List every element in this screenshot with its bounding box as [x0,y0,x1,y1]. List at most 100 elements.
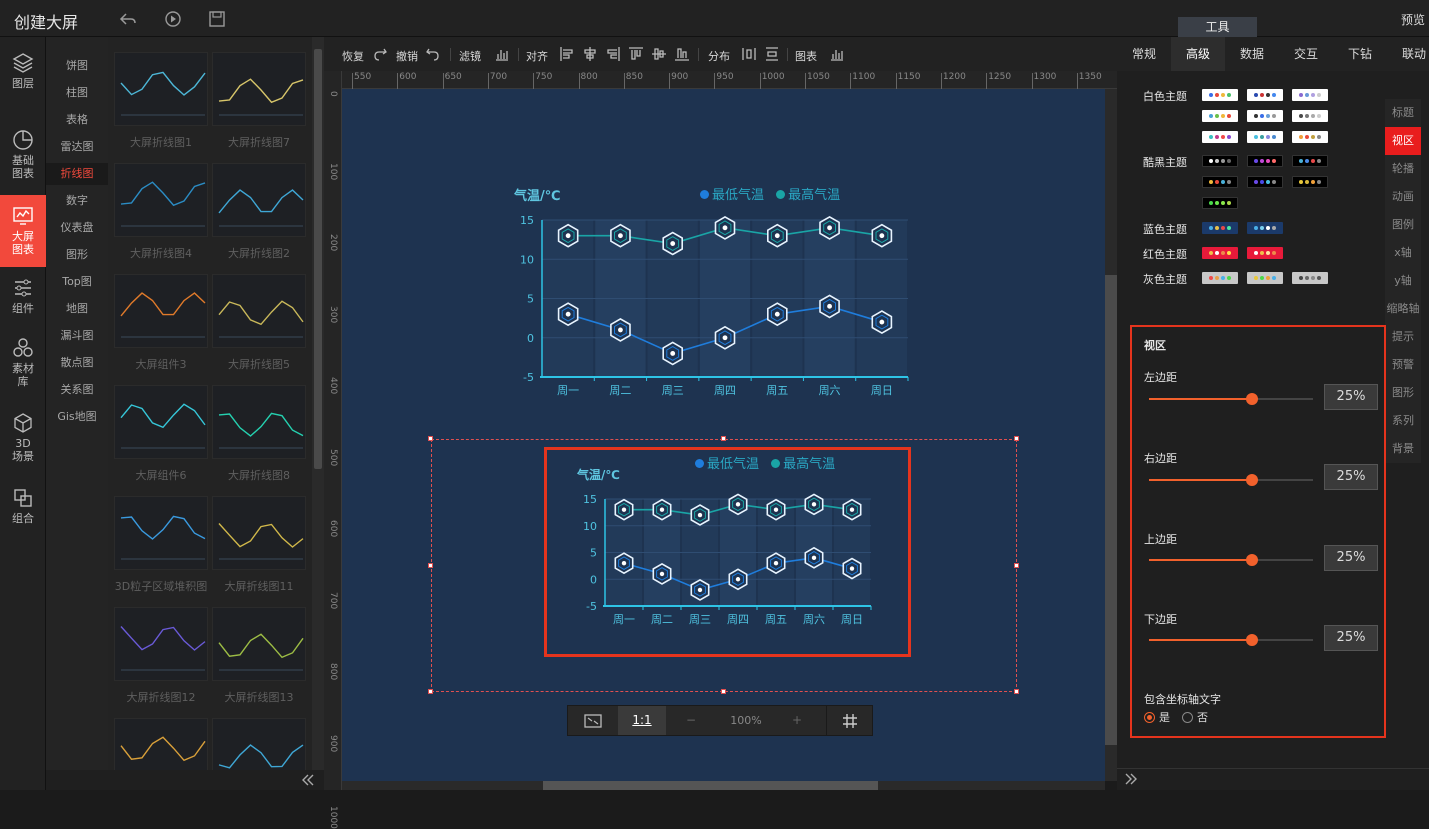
category-item[interactable]: 散点图 [46,352,108,374]
chart-thumbnail[interactable] [114,496,208,570]
collapse-right-icon[interactable] [1123,772,1139,786]
theme-swatch[interactable] [1202,197,1238,209]
slider-knob[interactable] [1246,634,1259,646]
theme-swatch[interactable] [1202,110,1238,122]
chart-thumbnail[interactable] [114,52,208,126]
chart-button[interactable]: 图表 [795,48,817,64]
tab-2[interactable]: 数据 [1225,37,1279,71]
side-tab-4[interactable]: 图例 [1385,211,1421,239]
chart-bars-icon[interactable] [829,46,845,62]
collapse-left-icon[interactable] [300,773,316,787]
top-margin-input[interactable]: 25% [1324,545,1378,571]
theme-swatch[interactable] [1292,110,1328,122]
grid-toggle-button[interactable] [826,706,872,735]
save-icon[interactable] [208,10,226,28]
distribute-button[interactable]: 分布 [708,48,730,64]
theme-swatch[interactable] [1292,155,1328,167]
align-middle-icon[interactable] [651,46,667,62]
nav-layers[interactable]: 图层 [0,52,46,96]
theme-swatch[interactable] [1202,131,1238,143]
category-item[interactable]: Top图 [46,271,108,293]
side-tab-2[interactable]: 轮播 [1385,155,1421,183]
theme-swatch[interactable] [1247,131,1283,143]
theme-swatch[interactable] [1202,176,1238,188]
category-item[interactable]: 地图 [46,298,108,320]
undo-button[interactable]: 撤销 [396,48,418,64]
category-item[interactable]: 表格 [46,109,108,131]
resize-handle[interactable] [721,436,726,441]
chart-thumbnail[interactable] [114,718,208,770]
theme-swatch[interactable] [1292,89,1328,101]
play-icon[interactable] [164,10,182,28]
align-button[interactable]: 对齐 [526,48,548,64]
tab-3[interactable]: 交互 [1279,37,1333,71]
resize-handle[interactable] [1014,689,1019,694]
theme-swatch[interactable] [1247,155,1283,167]
theme-swatch[interactable] [1247,247,1283,259]
align-left-icon[interactable] [559,46,575,62]
scrollbar-handle[interactable] [1105,275,1117,745]
theme-swatch[interactable] [1202,222,1238,234]
resize-handle[interactable] [428,436,433,441]
chart-thumbnail[interactable] [114,385,208,459]
zoom-in-button[interactable]: + [782,706,812,735]
theme-swatch[interactable] [1202,247,1238,259]
category-item[interactable]: 柱图 [46,82,108,104]
thumbnail-scrollbar[interactable] [312,37,324,770]
redo-icon[interactable] [372,46,388,62]
bottom-margin-input[interactable]: 25% [1324,625,1378,651]
side-tab-3[interactable]: 动画 [1385,183,1421,211]
theme-swatch[interactable] [1247,222,1283,234]
theme-swatch[interactable] [1292,272,1328,284]
nav-materials[interactable]: 素材库 [0,337,46,395]
category-item[interactable]: 关系图 [46,379,108,401]
radio-no[interactable] [1182,711,1193,723]
slider-knob[interactable] [1246,393,1259,405]
side-tab-8[interactable]: 提示 [1385,323,1421,351]
category-item[interactable]: 饼图 [46,55,108,77]
design-canvas[interactable]: 气温/℃ 最低气温 最高气温 15 10 5 0 -5 周一 周二 周三 周四 周五 周六 周日 气温… [342,89,1105,781]
side-tab-0[interactable]: 标题 [1385,99,1421,127]
actual-size-button[interactable]: 1:1 [618,706,666,735]
category-item[interactable]: 数字 [46,190,108,212]
side-tab-7[interactable]: 缩略轴 [1385,295,1421,323]
slider-knob[interactable] [1246,554,1259,566]
bottom-margin-slider[interactable] [1149,634,1313,646]
resize-handle[interactable] [428,689,433,694]
align-bottom-icon[interactable] [674,46,690,62]
preview-button[interactable]: 预览 [1401,11,1425,28]
filter-button[interactable]: 滤镜 [459,48,481,64]
tab-0[interactable]: 常规 [1117,37,1171,71]
category-item[interactable]: 仪表盘 [46,217,108,239]
tools-tab[interactable]: 工具 [1178,17,1257,37]
right-margin-input[interactable]: 25% [1324,464,1378,490]
nav-components[interactable]: 组件 [0,277,46,321]
distribute-horizontal-icon[interactable] [741,46,757,62]
theme-swatch[interactable] [1292,176,1328,188]
tab-1[interactable]: 高级 [1171,37,1225,71]
align-right-icon[interactable] [605,46,621,62]
resize-handle[interactable] [1014,436,1019,441]
tab-5[interactable]: 联动 [1387,37,1429,71]
theme-swatch[interactable] [1247,176,1283,188]
chart-thumbnail[interactable] [114,163,208,237]
slider-knob[interactable] [1246,474,1259,486]
left-margin-slider[interactable] [1149,393,1313,405]
nav-group[interactable]: 组合 [0,487,46,531]
chart-thumbnail[interactable] [212,718,306,770]
align-center-icon[interactable] [582,46,598,62]
bar-chart-icon[interactable] [494,46,510,62]
side-tab-6[interactable]: y轴 [1385,267,1421,295]
fit-screen-button[interactable] [568,706,618,735]
radio-yes[interactable] [1144,711,1155,723]
back-icon[interactable] [119,10,137,28]
resize-handle[interactable] [1014,563,1019,568]
side-tab-12[interactable]: 背景 [1385,435,1421,463]
tab-4[interactable]: 下钻 [1333,37,1387,71]
align-top-icon[interactable] [628,46,644,62]
chart-thumbnail[interactable] [212,607,306,681]
resize-handle[interactable] [428,563,433,568]
side-tab-10[interactable]: 图形 [1385,379,1421,407]
top-margin-slider[interactable] [1149,554,1313,566]
chart-thumbnail[interactable] [212,496,306,570]
